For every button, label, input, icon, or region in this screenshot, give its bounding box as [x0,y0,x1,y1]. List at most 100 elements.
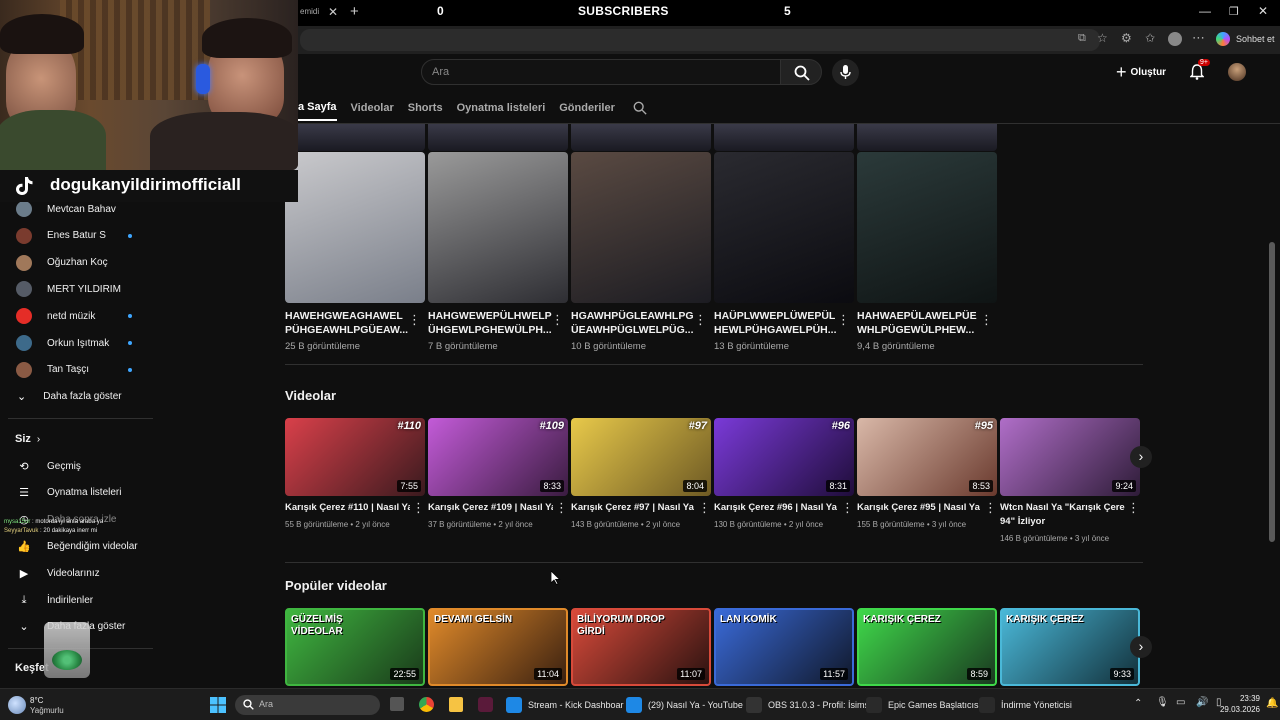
window-close-icon[interactable]: ✕ [1258,4,1268,18]
file-explorer-icon[interactable] [449,697,463,712]
notification-bell-icon[interactable]: 🔔 [1266,698,1278,709]
weather-cloud-icon[interactable] [8,696,26,714]
short-thumbnail[interactable] [428,152,568,303]
video-title[interactable]: Karışık Çerez #110 | Nasıl Ya [285,501,410,515]
short-thumbnail[interactable] [285,152,425,303]
tab-playlists[interactable]: Oynatma listeleri [457,102,546,114]
browser-menu-icon[interactable]: ⋯ [1192,30,1205,46]
popular-video-thumbnail[interactable]: GÜZELMİŞ VİDEOLAR 22:55 [285,608,425,686]
short-title-line1[interactable]: HAHWAEPÜLAWELPÜE [857,309,982,323]
short-thumbnail[interactable] [714,152,854,303]
task-view-icon[interactable] [390,697,404,711]
more-actions-icon[interactable]: ⋮ [1127,500,1140,516]
short-title-line2[interactable]: ÜEAWHPÜGLWELPÜG... [571,323,696,337]
popular-video-thumbnail[interactable]: KARIŞIK ÇEREZ 9:33 [1000,608,1140,686]
short-title-line1[interactable]: HGAWHPÜGLEAWHLPG [571,309,696,323]
weather-text[interactable]: Yağmurlu [30,706,64,715]
short-title-line2[interactable]: ÜHGEWLPGHEWÜLPH... [428,323,553,337]
popular-video-thumbnail[interactable]: BİLİYORUM DROP GİRDİ 11:07 [571,608,711,686]
video-title[interactable]: Karışık Çerez #109 | Nasıl Ya [428,501,553,515]
video-thumbnail[interactable]: #109 8:33 [428,418,568,496]
page-scrollbar[interactable] [1268,124,1276,688]
popular-video-thumbnail[interactable]: DEVAMI GELSİN 11:04 [428,608,568,686]
minimize-icon[interactable]: — [1199,4,1211,18]
tab-videos[interactable]: Videolar [351,102,394,114]
more-actions-icon[interactable]: ⋮ [694,312,707,328]
tab-posts[interactable]: Gönderiler [559,102,615,114]
popular-next-arrow-icon[interactable]: › [1130,636,1152,658]
video-title-line2[interactable]: 94" İzliyor [1000,515,1125,529]
more-actions-icon[interactable]: ⋮ [412,500,425,516]
video-title[interactable]: Wtcn Nasıl Ya "Karışık Çerez [1000,501,1125,515]
app-icon[interactable] [478,697,493,712]
sidebar-show-more-subs[interactable]: ⌄ Daha fazla göster [0,383,155,409]
more-actions-icon[interactable]: ⋮ [698,500,711,516]
more-actions-icon[interactable]: ⋮ [408,312,421,328]
more-actions-icon[interactable]: ⋮ [984,500,997,516]
windows-start-icon[interactable] [210,697,226,713]
sidebar-subscription[interactable]: Orkun Işıtmak [0,330,155,356]
short-title-line1[interactable]: HAWEHGWEAGHAWEL [285,309,410,323]
sidebar-subscription[interactable]: netd müzik [0,303,155,329]
create-button[interactable]: + Oluştur [1116,62,1166,82]
channel-search-icon[interactable] [633,101,647,115]
taskbar-app[interactable]: OBS 31.0.3 - Profil: İsims [746,696,869,714]
short-title-line1[interactable]: HAÜPLWWEPLÜWEPÜL [714,309,839,323]
short-thumbnail-top[interactable] [857,124,997,151]
popular-video-thumbnail[interactable]: LAN KOMİK 11:57 [714,608,854,686]
taskbar-app[interactable]: Epic Games Başlatıcısı [866,696,981,714]
clock-time[interactable]: 23:39 [1230,694,1260,703]
video-title[interactable]: Karışık Çerez #97 | Nasıl Ya [571,501,696,515]
video-thumbnail[interactable]: #97 8:04 [571,418,711,496]
tab-home[interactable]: a Sayfa [298,94,337,121]
video-thumbnail[interactable]: #95 8:53 [857,418,997,496]
more-actions-icon[interactable]: ⋮ [551,312,564,328]
short-thumbnail[interactable] [857,152,997,303]
scrollbar-thumb[interactable] [1269,242,1275,542]
more-actions-icon[interactable]: ⋮ [980,312,993,328]
account-avatar[interactable] [1228,63,1246,81]
short-title-line2[interactable]: PÜHGEAWHLPGÜEAW... [285,323,410,337]
video-thumbnail[interactable]: #110 7:55 [285,418,425,496]
address-bar[interactable] [300,29,1100,51]
sidebar-subscription[interactable]: Tan Taşçı [0,357,155,383]
weather-temp[interactable]: 8°C [30,696,43,705]
video-thumbnail[interactable]: #96 8:31 [714,418,854,496]
volume-icon[interactable]: 🔊 [1196,697,1208,708]
sidebar-subscription[interactable]: Oğuzhan Koç [0,250,155,276]
popular-video-thumbnail[interactable]: KARIŞIK ÇEREZ 8:59 [857,608,997,686]
more-actions-icon[interactable]: ⋮ [555,500,568,516]
profile-avatar-icon[interactable] [1168,32,1182,46]
video-title[interactable]: Karışık Çerez #95 | Nasıl Ya [857,501,982,515]
videos-next-arrow-icon[interactable]: › [1130,446,1152,468]
popular-section-heading[interactable]: Popüler videolar [285,578,387,593]
new-tab-icon[interactable]: + [350,3,359,20]
sidebar-you-item[interactable]: ⤓ İndirilenler [0,587,155,613]
tab-close-icon[interactable]: ✕ [328,5,338,19]
taskbar-app[interactable]: İndirme Yöneticisi [979,696,1072,714]
tray-chevron-icon[interactable]: ⌃ [1134,698,1142,709]
short-thumbnail-top[interactable] [428,124,568,151]
search-input[interactable]: Ara [421,59,781,85]
short-thumbnail-top[interactable] [571,124,711,151]
sidebar-you-heading[interactable]: Siz › [0,426,155,452]
short-title-line2[interactable]: WHLPÜGEWÜLPHEW... [857,323,982,337]
taskbar-app[interactable]: (29) Nasıl Ya - YouTube [626,696,743,714]
voice-search-button[interactable] [832,59,859,86]
microphone-tray-icon[interactable]: 🎙 [1156,697,1169,708]
more-actions-icon[interactable]: ⋮ [837,312,850,328]
split-screen-icon[interactable]: ⧉ [1078,32,1086,45]
copilot-label[interactable]: Sohbet et [1236,34,1275,44]
taskbar-search-input[interactable]: Ara [235,695,380,715]
clock-date[interactable]: 29.03.2026 [1212,705,1260,714]
videos-section-heading[interactable]: Videolar [285,388,336,403]
network-icon[interactable]: ▭ [1176,697,1185,708]
sidebar-you-item[interactable]: ⟲ Geçmiş [0,453,155,479]
browser-tab[interactable]: emidi [300,7,319,16]
short-title-line1[interactable]: HAHGWEWEPÜLHWELP [428,309,553,323]
short-title-line2[interactable]: HEWLPÜHGAWELPÜH... [714,323,839,337]
maximize-icon[interactable]: ❐ [1229,5,1239,18]
sidebar-you-item[interactable]: ☰ Oynatma listeleri [0,480,155,506]
extensions-icon[interactable]: ⚙ [1121,31,1132,45]
copilot-icon[interactable] [1216,32,1230,46]
